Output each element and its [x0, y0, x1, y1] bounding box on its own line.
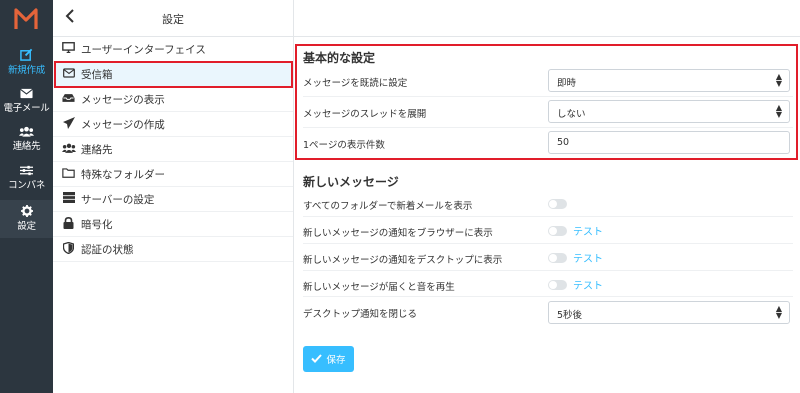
nav-rail: 新規作成 電子メール 連絡先 コンパネ 設定: [0, 0, 53, 393]
settings-item-label: サーバーの設定: [81, 193, 155, 206]
app-root: 新規作成 電子メール 連絡先 コンパネ 設定 設定 ユーザーインターフェイス 受…: [0, 0, 800, 393]
edit-icon: [20, 48, 33, 64]
row-divider: [303, 270, 793, 271]
desktop-notify-toggle[interactable]: [548, 253, 567, 263]
settings-item-label: メッセージの作成: [81, 118, 165, 131]
settings-item-message-display[interactable]: メッセージの表示: [53, 87, 293, 112]
new-in-all-folders-toggle[interactable]: [548, 199, 567, 209]
select-caret-icon: ▲ ▼: [775, 103, 782, 119]
select-caret-icon: ▲ ▼: [775, 304, 782, 320]
shield-icon: [60, 241, 77, 257]
settings-item-label: メッセージの表示: [81, 93, 165, 106]
envelope-icon: [60, 67, 77, 81]
settings-panel-header: 設定: [53, 0, 293, 37]
row-divider: [303, 296, 793, 297]
mail-button[interactable]: 電子メール: [0, 82, 53, 120]
settings-item-label: 認証の状態: [81, 243, 134, 256]
settings-button[interactable]: 設定: [0, 200, 53, 238]
sound-label: 新しいメッセージが届くと音を再生: [303, 282, 455, 293]
settings-sections-panel: 設定 ユーザーインターフェイス 受信箱 メッセージの表示 メッセージの作成 連絡…: [53, 0, 294, 393]
settings-item-server[interactable]: サーバーの設定: [53, 187, 293, 212]
new-in-all-folders-label: すべてのフォルダーで新着メールを表示: [303, 201, 473, 212]
settings-item-label: 連絡先: [81, 143, 113, 156]
sliders-icon: [20, 165, 33, 179]
control-panel-button[interactable]: コンパネ: [0, 159, 53, 197]
sound-toggle[interactable]: [548, 280, 567, 290]
row-divider: [303, 127, 793, 128]
envelope-icon: [20, 88, 33, 102]
expand-threads-select[interactable]: しない ▲ ▼: [548, 100, 790, 123]
mark-read-label: メッセージを既読に設定: [303, 78, 408, 89]
settings-item-user-interface[interactable]: ユーザーインターフェイス: [53, 37, 293, 62]
select-caret-icon: ▲ ▼: [775, 72, 782, 88]
server-icon: [60, 192, 77, 206]
settings-item-label: 受信箱: [81, 68, 113, 81]
basic-settings-heading: 基本的な設定: [303, 51, 376, 65]
save-button[interactable]: 保存: [303, 346, 354, 372]
folder-icon: [60, 167, 77, 181]
settings-item-auth-status[interactable]: 認証の状態: [53, 237, 293, 262]
mark-read-value: 即時: [557, 78, 577, 89]
save-label: 保存: [326, 355, 346, 366]
app-logo: [14, 8, 38, 29]
close-desktop-select[interactable]: 5秒後 ▲ ▼: [548, 301, 790, 324]
row-divider: [303, 96, 793, 97]
compose-label: 新規作成: [8, 64, 45, 76]
compose-button[interactable]: 新規作成: [0, 43, 53, 81]
inbox-tray-icon: [60, 93, 77, 106]
users-icon: [19, 126, 34, 140]
settings-panel-title: 設定: [162, 13, 184, 26]
row-divider: [303, 243, 793, 244]
users-icon: [60, 143, 77, 156]
contacts-button[interactable]: 連絡先: [0, 120, 53, 158]
mail-label: 電子メール: [3, 102, 50, 114]
close-desktop-value: 5秒後: [557, 310, 583, 321]
per-page-input[interactable]: 50: [548, 131, 790, 154]
monitor-icon: [60, 42, 77, 56]
contacts-label: 連絡先: [12, 140, 41, 152]
new-messages-heading: 新しいメッセージ: [303, 175, 399, 189]
gear-icon: [20, 205, 33, 220]
sound-test-link[interactable]: テスト: [573, 277, 603, 292]
expand-threads-label: メッセージのスレッドを展開: [303, 109, 427, 120]
desktop-notify-test-link[interactable]: テスト: [573, 250, 603, 265]
settings-item-label: 暗号化: [81, 218, 113, 231]
settings-item-label: ユーザーインターフェイス: [81, 43, 206, 56]
settings-item-special-folders[interactable]: 特殊なフォルダー: [53, 162, 293, 187]
settings-item-contacts[interactable]: 連絡先: [53, 137, 293, 162]
settings-item-label: 特殊なフォルダー: [81, 168, 165, 181]
paper-plane-icon: [60, 116, 77, 132]
desktop-notify-label: 新しいメッセージの通知をデスクトップに表示: [303, 255, 503, 266]
lock-icon: [60, 216, 77, 232]
row-divider: [303, 216, 793, 217]
check-icon: [311, 353, 323, 366]
main-header: [294, 0, 800, 37]
settings-label: 設定: [17, 221, 36, 232]
expand-threads-value: しない: [557, 109, 586, 120]
settings-item-message-compose[interactable]: メッセージの作成: [53, 112, 293, 137]
browser-notify-label: 新しいメッセージの通知をブラウザーに表示: [303, 228, 493, 239]
control-panel-label: コンパネ: [8, 179, 45, 191]
browser-notify-toggle[interactable]: [548, 226, 567, 236]
per-page-label: 1ページの表示件数: [303, 140, 385, 151]
settings-item-inbox[interactable]: 受信箱: [53, 62, 293, 87]
close-desktop-label: デスクトップ通知を閉じる: [303, 309, 418, 320]
mark-read-select[interactable]: 即時 ▲ ▼: [548, 69, 790, 92]
browser-notify-test-link[interactable]: テスト: [573, 223, 603, 238]
settings-item-encryption[interactable]: 暗号化: [53, 212, 293, 237]
